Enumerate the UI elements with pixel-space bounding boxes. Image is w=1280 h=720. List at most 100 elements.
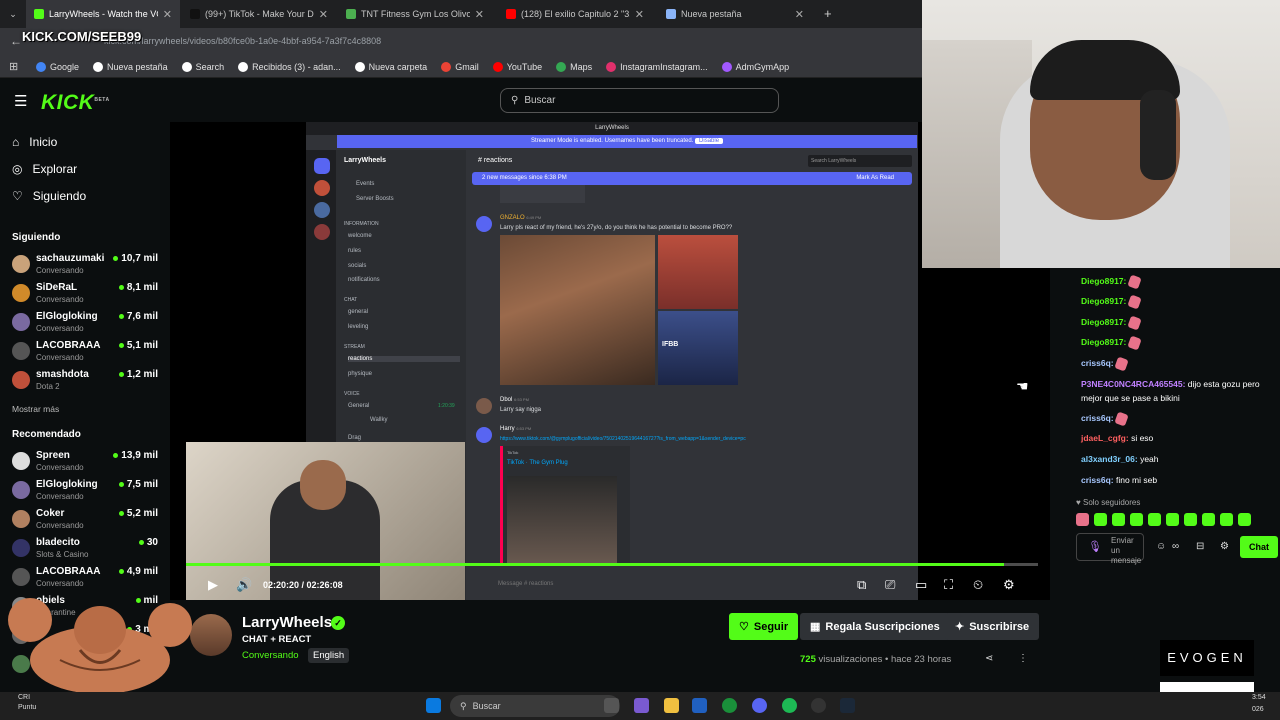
discord-channel: welcome bbox=[348, 233, 372, 239]
new-tab-button[interactable]: + bbox=[824, 6, 832, 21]
share-icon[interactable]: ⋖ bbox=[985, 653, 993, 664]
windows-start-icon[interactable] bbox=[426, 698, 441, 713]
close-icon[interactable]: ✕ bbox=[475, 8, 484, 21]
close-icon[interactable]: ✕ bbox=[795, 8, 804, 21]
emote-icon[interactable] bbox=[1094, 513, 1107, 526]
store-icon[interactable] bbox=[692, 698, 707, 713]
sidebar-channel[interactable]: sachauzumaki Conversando 10,7 mil bbox=[12, 251, 162, 279]
chat-username[interactable]: Diego8917: bbox=[1081, 276, 1126, 286]
chat-username[interactable]: Diego8917: bbox=[1081, 337, 1126, 347]
subscribe-button[interactable]: ✦ Suscribirse bbox=[945, 613, 1040, 640]
gift-icon[interactable]: ⊟ bbox=[1196, 541, 1204, 552]
sidebar-channel[interactable]: bladecito Slots & Casino 30 bbox=[12, 535, 162, 563]
taskbar-search-label: Buscar bbox=[472, 701, 501, 711]
tab-label: (99+) TikTok - Make Your Day bbox=[205, 9, 314, 19]
volume-icon[interactable]: 🔊 bbox=[236, 577, 252, 593]
emote-icon[interactable] bbox=[1166, 513, 1179, 526]
bookmark-item[interactable]: Search bbox=[181, 61, 224, 72]
tab-label: (128) El exilio Capitulo 2 "31 se bbox=[521, 9, 630, 19]
emote-icon[interactable] bbox=[1148, 513, 1161, 526]
sidebar-channel[interactable]: ElGlogloking Conversando 7,5 mil bbox=[12, 477, 162, 505]
discord-icon[interactable] bbox=[752, 698, 767, 713]
sidebar-channel[interactable]: SiDeRaL Conversando 8,1 mil bbox=[12, 280, 162, 308]
more-options-icon[interactable]: ⋮ bbox=[1018, 653, 1028, 664]
back-icon[interactable]: ← bbox=[10, 34, 22, 48]
fullscreen-icon[interactable]: ⛶ bbox=[944, 577, 953, 593]
emote-icon[interactable] bbox=[1112, 513, 1125, 526]
nav-home[interactable]: ⌂ Inicio bbox=[12, 135, 57, 149]
chat-settings-icon[interactable]: ⚙ bbox=[1220, 541, 1229, 552]
kick-logo[interactable]: KICKBETA bbox=[41, 91, 110, 115]
chat-username[interactable]: Diego8917: bbox=[1081, 317, 1126, 327]
emote-icon[interactable] bbox=[1238, 513, 1251, 526]
chat-username[interactable]: jdaeL_cgfg: bbox=[1081, 433, 1129, 443]
bookmark-item[interactable]: Recibidos (3) - adan... bbox=[238, 61, 341, 72]
url-text[interactable]: kick.com/larrywheels/videos/b80fce0b-1a0… bbox=[104, 36, 381, 46]
sidebar-channel[interactable]: Coker Conversando 5,2 mil bbox=[12, 506, 162, 534]
language-tag[interactable]: English bbox=[308, 648, 350, 663]
gift-subs-button[interactable]: ▦ Regala Suscripciones bbox=[800, 613, 950, 640]
apps-grid-icon[interactable]: ⊞ bbox=[9, 60, 18, 73]
bookmark-item[interactable]: YouTube bbox=[492, 61, 542, 72]
obs-icon[interactable] bbox=[811, 698, 826, 713]
close-icon[interactable]: ✕ bbox=[163, 8, 172, 21]
chrome-icon[interactable] bbox=[722, 698, 737, 713]
stream-category[interactable]: Conversando bbox=[242, 650, 299, 661]
nav-following[interactable]: ♡ Siguiendo bbox=[12, 189, 86, 203]
infinity-icon[interactable]: ∞ bbox=[1172, 541, 1179, 552]
browser-tab[interactable]: TNT Fitness Gym Los Olivos - G ✕ bbox=[338, 0, 492, 28]
bookmark-item[interactable]: Nueva pestaña bbox=[93, 61, 168, 72]
emote-icon[interactable] bbox=[1220, 513, 1233, 526]
chat-username[interactable]: Diego8917: bbox=[1081, 296, 1126, 306]
settings-gear-icon[interactable]: ⚙ bbox=[1003, 577, 1015, 593]
search-input[interactable]: ⚲ Buscar bbox=[500, 88, 779, 113]
app-icon[interactable] bbox=[634, 698, 649, 713]
sidebar-channel[interactable]: smashdota Dota 2 1,2 mil bbox=[12, 367, 162, 395]
weather-widget[interactable]: CRI Puntu bbox=[18, 693, 36, 713]
bookmark-item[interactable]: Gmail bbox=[441, 61, 479, 72]
emote-icon[interactable] bbox=[1130, 513, 1143, 526]
bookmark-item[interactable]: AdmGymApp bbox=[721, 61, 789, 72]
chat-username[interactable]: criss6q: bbox=[1081, 413, 1114, 423]
bookmark-item[interactable]: Maps bbox=[556, 61, 592, 72]
sidebar-channel[interactable]: LACOBRAAA Conversando 5,1 mil bbox=[12, 338, 162, 366]
clip-icon[interactable]: ⎚ bbox=[885, 577, 895, 593]
task-view-icon[interactable] bbox=[604, 698, 619, 713]
browser-tab[interactable]: (128) El exilio Capitulo 2 "31 se ✕ bbox=[498, 0, 652, 28]
bookmark-item[interactable]: Google bbox=[36, 61, 79, 72]
emote-icon[interactable] bbox=[1184, 513, 1197, 526]
tab-list-button[interactable]: ⌄ bbox=[0, 0, 26, 28]
browser-tab[interactable]: Nueva pestaña ✕ bbox=[658, 0, 812, 28]
bookmark-item[interactable]: Nueva carpeta bbox=[354, 61, 427, 72]
chat-username[interactable]: al3xand3r_06: bbox=[1081, 454, 1138, 464]
browser-tab[interactable]: LarryWheels - Watch the VOD o ✕ bbox=[26, 0, 180, 28]
emote-icon[interactable] bbox=[1076, 513, 1089, 526]
nav-explore[interactable]: ◎ Explorar bbox=[12, 162, 77, 176]
chat-send-button[interactable]: Chat bbox=[1240, 536, 1278, 558]
taskbar-clock[interactable]: 3:54 026 bbox=[1252, 692, 1266, 716]
chat-username[interactable]: criss6q: bbox=[1081, 475, 1114, 485]
play-icon[interactable]: ▶ bbox=[208, 577, 218, 593]
speed-icon[interactable]: ⏲ bbox=[973, 577, 983, 593]
taskbar-search[interactable]: ⚲ Buscar bbox=[450, 695, 620, 717]
bookmark-item[interactable]: InstagramInstagram... bbox=[606, 61, 708, 72]
menu-icon[interactable]: ☰ bbox=[14, 92, 27, 110]
chat-input[interactable]: Enviar un mensaje bbox=[1076, 533, 1144, 565]
emote-picker-icon[interactable]: ☺ bbox=[1156, 541, 1166, 552]
emote-icon[interactable] bbox=[1202, 513, 1215, 526]
chat-username[interactable]: criss6q: bbox=[1081, 358, 1114, 368]
spotify-icon[interactable] bbox=[782, 698, 797, 713]
pip-toggle-icon[interactable]: ⧉ bbox=[857, 577, 866, 593]
sidebar-channel[interactable]: Spreen Conversando 13,9 mil bbox=[12, 448, 162, 476]
follow-button[interactable]: ♡ Seguir bbox=[729, 613, 799, 640]
sidebar-channel[interactable]: ElGlogloking Conversando 7,6 mil bbox=[12, 309, 162, 337]
theater-mode-icon[interactable]: ▭ bbox=[915, 577, 927, 593]
chat-username[interactable]: P3NE4C0NC4RCA465545: bbox=[1081, 379, 1185, 389]
close-icon[interactable]: ✕ bbox=[319, 8, 328, 21]
show-more-link[interactable]: Mostrar más bbox=[12, 404, 59, 414]
close-icon[interactable]: ✕ bbox=[635, 8, 644, 21]
browser-tab[interactable]: (99+) TikTok - Make Your Day ✕ bbox=[182, 0, 336, 28]
steam-icon[interactable] bbox=[840, 698, 855, 713]
channel-name[interactable]: LarryWheels bbox=[242, 614, 332, 631]
file-explorer-icon[interactable] bbox=[664, 698, 679, 713]
